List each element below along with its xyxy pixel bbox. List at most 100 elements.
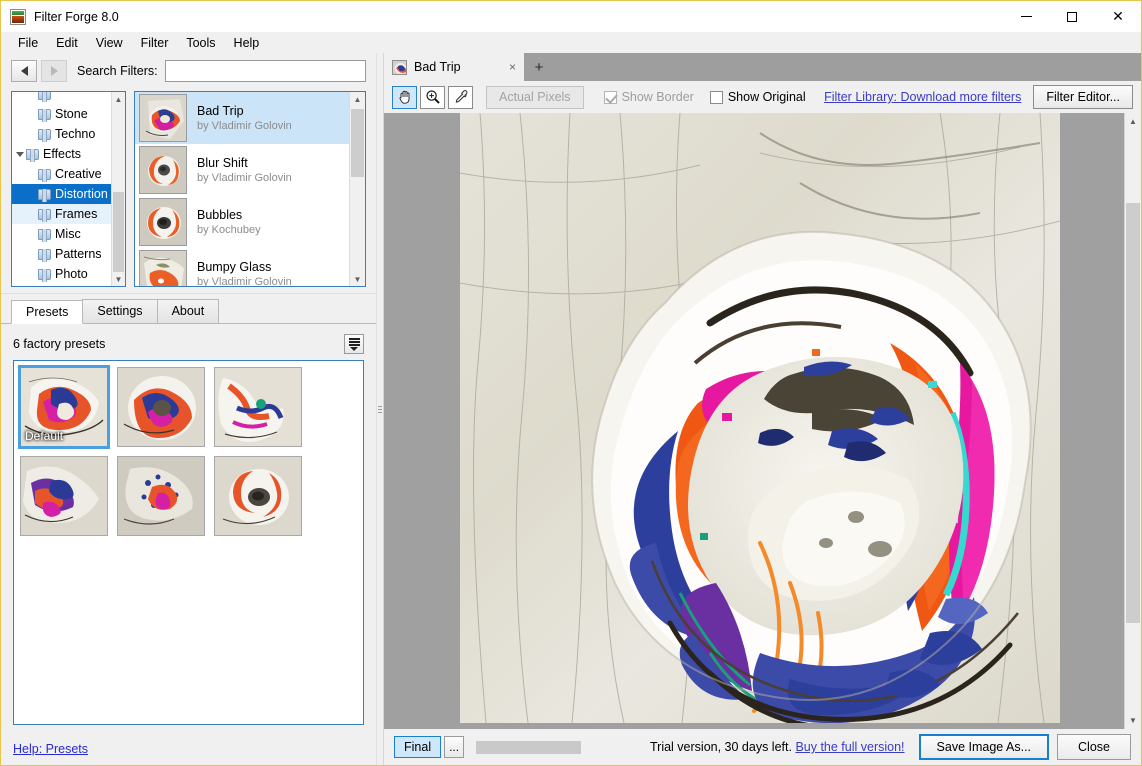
filter-list-rows: Bad Trip by Vladimir Golovin Blur Shift … — [135, 92, 349, 286]
preset-thumbnail[interactable] — [20, 456, 108, 536]
checkbox-icon[interactable] — [603, 90, 617, 104]
scroll-up-icon[interactable]: ▲ — [350, 92, 365, 106]
show-original-checkbox[interactable]: Show Original — [709, 90, 806, 104]
forward-button[interactable] — [41, 60, 67, 82]
scrollbar-thumb[interactable] — [113, 192, 124, 272]
minimize-button[interactable] — [1003, 1, 1049, 32]
sidebar-item-techno[interactable]: Techno — [12, 124, 111, 144]
document-tab-label: Bad Trip — [414, 60, 461, 74]
menu-tools[interactable]: Tools — [177, 34, 224, 52]
preset-thumbnail[interactable] — [214, 367, 302, 447]
thumb-art — [140, 147, 186, 193]
preset-thumbnail[interactable] — [117, 367, 205, 447]
folder-icon — [38, 108, 51, 122]
help-presets-link[interactable]: Help: Presets — [13, 742, 88, 756]
preset-thumbnail[interactable] — [214, 456, 302, 536]
scrollbar-thumb[interactable] — [351, 109, 364, 177]
preview-canvas[interactable] — [384, 113, 1124, 729]
document-tab-bad-trip[interactable]: Bad Trip × — [384, 53, 524, 81]
app-icon — [10, 8, 26, 25]
tab-presets[interactable]: Presets — [11, 300, 84, 324]
forward-arrow-icon — [50, 66, 58, 76]
list-item[interactable]: Blur Shift by Vladimir Golovin — [135, 144, 349, 196]
sidebar-item-stone[interactable]: Stone — [12, 104, 111, 124]
sidebar-item-creative[interactable]: Creative — [12, 164, 111, 184]
preview-area: ▲ ▼ — [384, 113, 1141, 729]
window-title: Filter Forge 8.0 — [34, 9, 119, 24]
menu-file[interactable]: File — [9, 34, 47, 52]
sidebar-item-photo[interactable]: Photo — [12, 264, 111, 284]
scroll-up-icon[interactable]: ▲ — [112, 92, 125, 106]
show-border-checkbox[interactable]: Show Border — [603, 90, 694, 104]
final-button[interactable]: Final — [394, 736, 442, 758]
hand-tool-icon[interactable] — [392, 85, 417, 109]
menu-filter[interactable]: Filter — [132, 34, 178, 52]
menu-view[interactable]: View — [87, 34, 132, 52]
tree-expander-expanded[interactable] — [14, 151, 26, 157]
list-menu-icon[interactable] — [344, 334, 364, 354]
scroll-down-icon[interactable]: ▼ — [112, 272, 125, 286]
list-item[interactable]: Bubbles by Kochubey — [135, 196, 349, 248]
search-input[interactable] — [164, 60, 366, 82]
new-tab-button[interactable]: + — [524, 53, 554, 81]
filter-thumbnail — [139, 250, 187, 286]
trial-status: Trial version, 30 days left. Buy the ful… — [650, 740, 905, 754]
filter-list[interactable]: Bad Trip by Vladimir Golovin Blur Shift … — [134, 91, 366, 287]
eyedropper-tool-icon[interactable] — [448, 85, 473, 109]
list-item[interactable]: Bumpy Glass by Vladimir Golovin — [135, 248, 349, 286]
render-progress-bar — [476, 740, 582, 754]
sidebar-item-misc[interactable]: Misc — [12, 224, 111, 244]
left-pane: Search Filters: Stone Techno Effects Cre… — [1, 53, 376, 765]
sidebar-item-distortion[interactable]: Distortion — [12, 184, 111, 204]
filter-list-scrollbar[interactable]: ▲ ▼ — [349, 92, 365, 286]
tree-label: Distortion — [55, 187, 108, 201]
scroll-down-icon[interactable]: ▼ — [1125, 712, 1141, 729]
menu-lines — [348, 337, 360, 352]
preview-toolbar: Actual Pixels Show Border Show Original … — [384, 81, 1141, 113]
checkbox-icon[interactable] — [709, 90, 723, 104]
status-bar: Final ... Trial version, 30 days left. B… — [384, 729, 1141, 765]
preview-vertical-scrollbar[interactable]: ▲ ▼ — [1124, 113, 1141, 729]
sidebar-item-patterns[interactable]: Patterns — [12, 244, 111, 264]
save-image-as-button[interactable]: Save Image As... — [918, 734, 1050, 760]
sidebar-item-frames[interactable]: Frames — [12, 204, 111, 224]
category-tree[interactable]: Stone Techno Effects Creative Distortion… — [11, 91, 126, 287]
filter-text: Bubbles by Kochubey — [197, 208, 261, 237]
filter-thumbnail — [139, 198, 187, 246]
tab-about[interactable]: About — [156, 299, 220, 323]
final-options-button[interactable]: ... — [444, 736, 465, 758]
preset-art — [118, 368, 204, 446]
main-body: Search Filters: Stone Techno Effects Cre… — [1, 53, 1141, 765]
scroll-up-icon[interactable]: ▲ — [1125, 113, 1141, 130]
preset-thumbnail[interactable]: Default — [18, 365, 110, 449]
sidebar-item-effects[interactable]: Effects — [12, 144, 111, 164]
close-dialog-button[interactable]: Close — [1057, 734, 1131, 760]
filter-thumbnail — [139, 94, 187, 142]
tree-row-partial-bottom[interactable] — [12, 284, 111, 286]
list-item[interactable]: Bad Trip by Vladimir Golovin — [135, 92, 349, 144]
actual-pixels-button[interactable]: Actual Pixels — [486, 85, 584, 109]
preset-thumbnail[interactable] — [117, 456, 205, 536]
tab-settings[interactable]: Settings — [82, 299, 158, 323]
search-row: Search Filters: — [1, 57, 376, 85]
maximize-button[interactable] — [1049, 1, 1095, 32]
panel-tabstrip: Presets Settings About — [1, 299, 376, 324]
document-tab-close-icon[interactable]: × — [491, 60, 516, 74]
filter-name: Bubbles — [197, 207, 243, 222]
scroll-down-icon[interactable]: ▼ — [350, 272, 365, 286]
back-button[interactable] — [11, 60, 37, 82]
tree-scrollbar[interactable]: ▲ ▼ — [111, 92, 125, 286]
menu-help[interactable]: Help — [225, 34, 269, 52]
close-button[interactable]: ✕ — [1095, 1, 1141, 32]
folder-icon — [26, 148, 39, 162]
filter-library-link[interactable]: Filter Library: Download more filters — [824, 90, 1021, 104]
zoom-tool-icon[interactable] — [420, 85, 445, 109]
show-original-label: Show Original — [727, 90, 806, 104]
filter-editor-button[interactable]: Filter Editor... — [1033, 85, 1133, 109]
pane-splitter[interactable] — [376, 53, 384, 765]
scrollbar-thumb[interactable] — [1126, 203, 1140, 623]
preset-grid-container[interactable]: Default — [13, 360, 364, 725]
buy-full-version-link[interactable]: Buy the full version! — [795, 740, 904, 754]
tree-row-partial-top[interactable] — [12, 92, 111, 104]
menu-edit[interactable]: Edit — [47, 34, 87, 52]
